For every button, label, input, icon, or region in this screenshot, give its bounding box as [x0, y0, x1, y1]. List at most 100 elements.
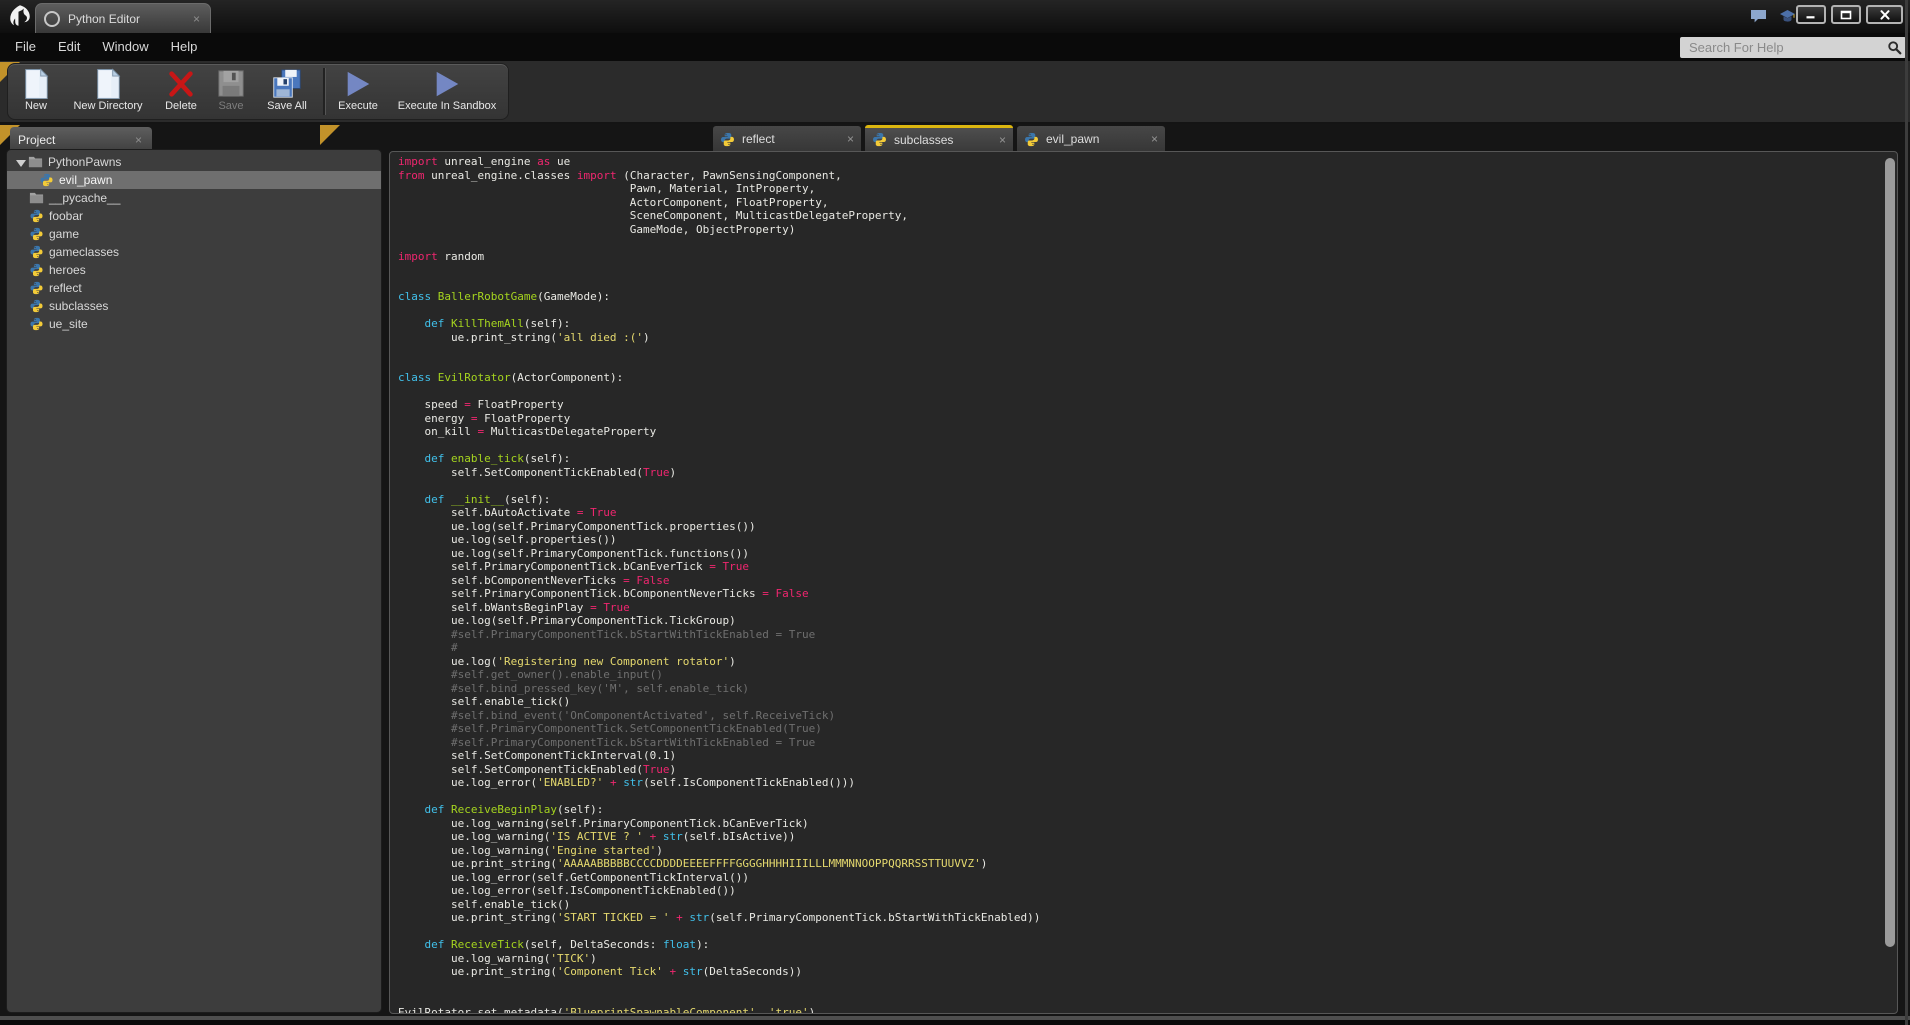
tree-item-subclasses[interactable]: subclasses — [7, 297, 381, 315]
python-icon — [720, 132, 735, 147]
code-line: self.SetComponentTickEnabled(True) — [398, 763, 1883, 777]
search-icon — [1887, 40, 1902, 55]
toolbar-button-label: New Directory — [73, 100, 142, 112]
tab-circle-icon — [44, 11, 60, 27]
save-all-button[interactable]: Save All — [254, 64, 320, 119]
close-icon[interactable]: × — [1151, 132, 1158, 146]
project-tab-label: Project — [18, 133, 133, 147]
code-line: def ReceiveTick(self, DeltaSeconds: floa… — [398, 938, 1883, 952]
code-line: self.bComponentNeverTicks = False — [398, 574, 1883, 588]
menu-items: FileEditWindowHelp — [4, 33, 208, 61]
toolbar-button-label: Execute — [338, 100, 378, 112]
tree-item-ue_site[interactable]: ue_site — [7, 315, 381, 333]
help-search-box[interactable] — [1680, 37, 1906, 58]
menu-item-edit[interactable]: Edit — [47, 33, 91, 61]
tree-item-foobar[interactable]: foobar — [7, 207, 381, 225]
close-icon[interactable]: × — [133, 133, 144, 147]
python-icon — [29, 245, 44, 259]
tree-item-heroes[interactable]: heroes — [7, 261, 381, 279]
editor-tab-subclasses[interactable]: subclasses× — [865, 125, 1013, 151]
new-button[interactable]: New — [10, 64, 62, 119]
project-panel: PythonPawnsevil_pawn__pycache__foobargam… — [6, 149, 382, 1013]
close-icon[interactable]: × — [847, 132, 854, 146]
tree-item-label: game — [49, 225, 79, 243]
code-line: on_kill = MulticastDelegateProperty — [398, 425, 1883, 439]
python-icon — [29, 227, 44, 241]
window-controls — [1796, 5, 1903, 24]
editor-tabs: reflect×subclasses×evil_pawn× — [713, 125, 1165, 152]
code-line: ue.log(self.properties()) — [398, 533, 1883, 547]
code-line — [398, 790, 1883, 804]
menu-item-file[interactable]: File — [4, 33, 47, 61]
code-line — [398, 992, 1883, 1006]
execute-button[interactable]: Execute — [328, 64, 388, 119]
python-icon — [29, 263, 44, 277]
python-icon — [29, 281, 44, 295]
execute-in-sandbox-button[interactable]: Execute In Sandbox — [388, 64, 506, 119]
tree-item-PythonPawns[interactable]: PythonPawns — [7, 153, 381, 171]
code-line: self.bAutoActivate = True — [398, 506, 1883, 520]
education-cap-icon[interactable] — [1779, 9, 1796, 24]
titlebar[interactable]: Python Editor × — [0, 0, 1910, 34]
tree-item-label: gameclasses — [49, 243, 119, 261]
code-line: ue.log('Registering new Component rotato… — [398, 655, 1883, 669]
code-line: #self.PrimaryComponentTick.bStartWithTic… — [398, 628, 1883, 642]
minimize-button[interactable] — [1796, 5, 1826, 24]
new-directory-button[interactable]: New Directory — [62, 64, 154, 119]
tree-item-label: foobar — [49, 207, 83, 225]
code-line: Pawn, Material, IntProperty, — [398, 182, 1883, 196]
code-line: class EvilRotator(ActorComponent): — [398, 371, 1883, 385]
maximize-button[interactable] — [1831, 5, 1861, 24]
toolbar-group: New New Directory DeleteSaveSave All Execut… — [7, 63, 509, 120]
chat-bubble-icon[interactable] — [1750, 9, 1767, 24]
code-line: ue.print_string('START TICKED = ' + str(… — [398, 911, 1883, 925]
window-edge — [0, 1020, 1910, 1025]
code-line: EvilRotator.set_metadata('BlueprintSpawn… — [398, 1006, 1883, 1014]
code-line — [398, 304, 1883, 318]
menu-item-help[interactable]: Help — [160, 33, 209, 61]
new-directory-icon — [93, 67, 123, 101]
editor-tab-evil_pawn[interactable]: evil_pawn× — [1017, 126, 1165, 152]
python-icon — [29, 209, 44, 223]
tree-item-evil_pawn[interactable]: evil_pawn — [7, 171, 381, 189]
close-button[interactable] — [1866, 5, 1903, 24]
code-line: def ReceiveBeginPlay(self): — [398, 803, 1883, 817]
window-tab-python-editor[interactable]: Python Editor × — [35, 3, 211, 33]
window-edge — [1905, 0, 1908, 1025]
code-line: self.SetComponentTickInterval(0.1) — [398, 749, 1883, 763]
code-line: # — [398, 641, 1883, 655]
save-button[interactable]: Save — [208, 64, 254, 119]
code-line: class BallerRobotGame(GameMode): — [398, 290, 1883, 304]
toolbar-separator — [323, 68, 325, 115]
code-line: #self.PrimaryComponentTick.SetComponentT… — [398, 722, 1883, 736]
tree-item-label: ue_site — [49, 315, 88, 333]
code-line: ue.log_error('ENABLED?' + str(self.IsCom… — [398, 776, 1883, 790]
menu-item-window[interactable]: Window — [91, 33, 159, 61]
toolbar-button-label: New — [25, 100, 47, 112]
code-line: self.PrimaryComponentTick.bComponentNeve… — [398, 587, 1883, 601]
close-icon[interactable]: × — [999, 133, 1006, 147]
editor-tabwell: reflect×subclasses×evil_pawn× — [320, 125, 1910, 152]
tree-item-gameclasses[interactable]: gameclasses — [7, 243, 381, 261]
delete-button[interactable]: Delete — [154, 64, 208, 119]
code-line: GameMode, ObjectProperty) — [398, 223, 1883, 237]
tree-item-game[interactable]: game — [7, 225, 381, 243]
code-editor[interactable]: import unreal_engine as uefrom unreal_en… — [390, 152, 1883, 1013]
vertical-scrollbar[interactable] — [1885, 158, 1895, 947]
toolbar-button-label: Execute In Sandbox — [398, 100, 496, 112]
code-panel: import unreal_engine as uefrom unreal_en… — [389, 151, 1898, 1014]
window-title: Python Editor — [68, 12, 191, 26]
menubar: FileEditWindowHelp — [0, 33, 1910, 61]
close-icon[interactable]: × — [191, 12, 202, 26]
tree-item-reflect[interactable]: reflect — [7, 279, 381, 297]
tree-item-label: reflect — [49, 279, 82, 297]
editor-tab-label: reflect — [742, 132, 847, 146]
tree-item-__pycache__[interactable]: __pycache__ — [7, 189, 381, 207]
search-input[interactable] — [1687, 39, 1887, 56]
python-icon — [29, 317, 44, 331]
unreal-engine-logo-icon — [7, 3, 33, 30]
editor-tab-reflect[interactable]: reflect× — [713, 126, 861, 152]
code-line — [398, 263, 1883, 277]
code-line: ActorComponent, FloatProperty, — [398, 196, 1883, 210]
new-file-icon — [21, 67, 51, 101]
